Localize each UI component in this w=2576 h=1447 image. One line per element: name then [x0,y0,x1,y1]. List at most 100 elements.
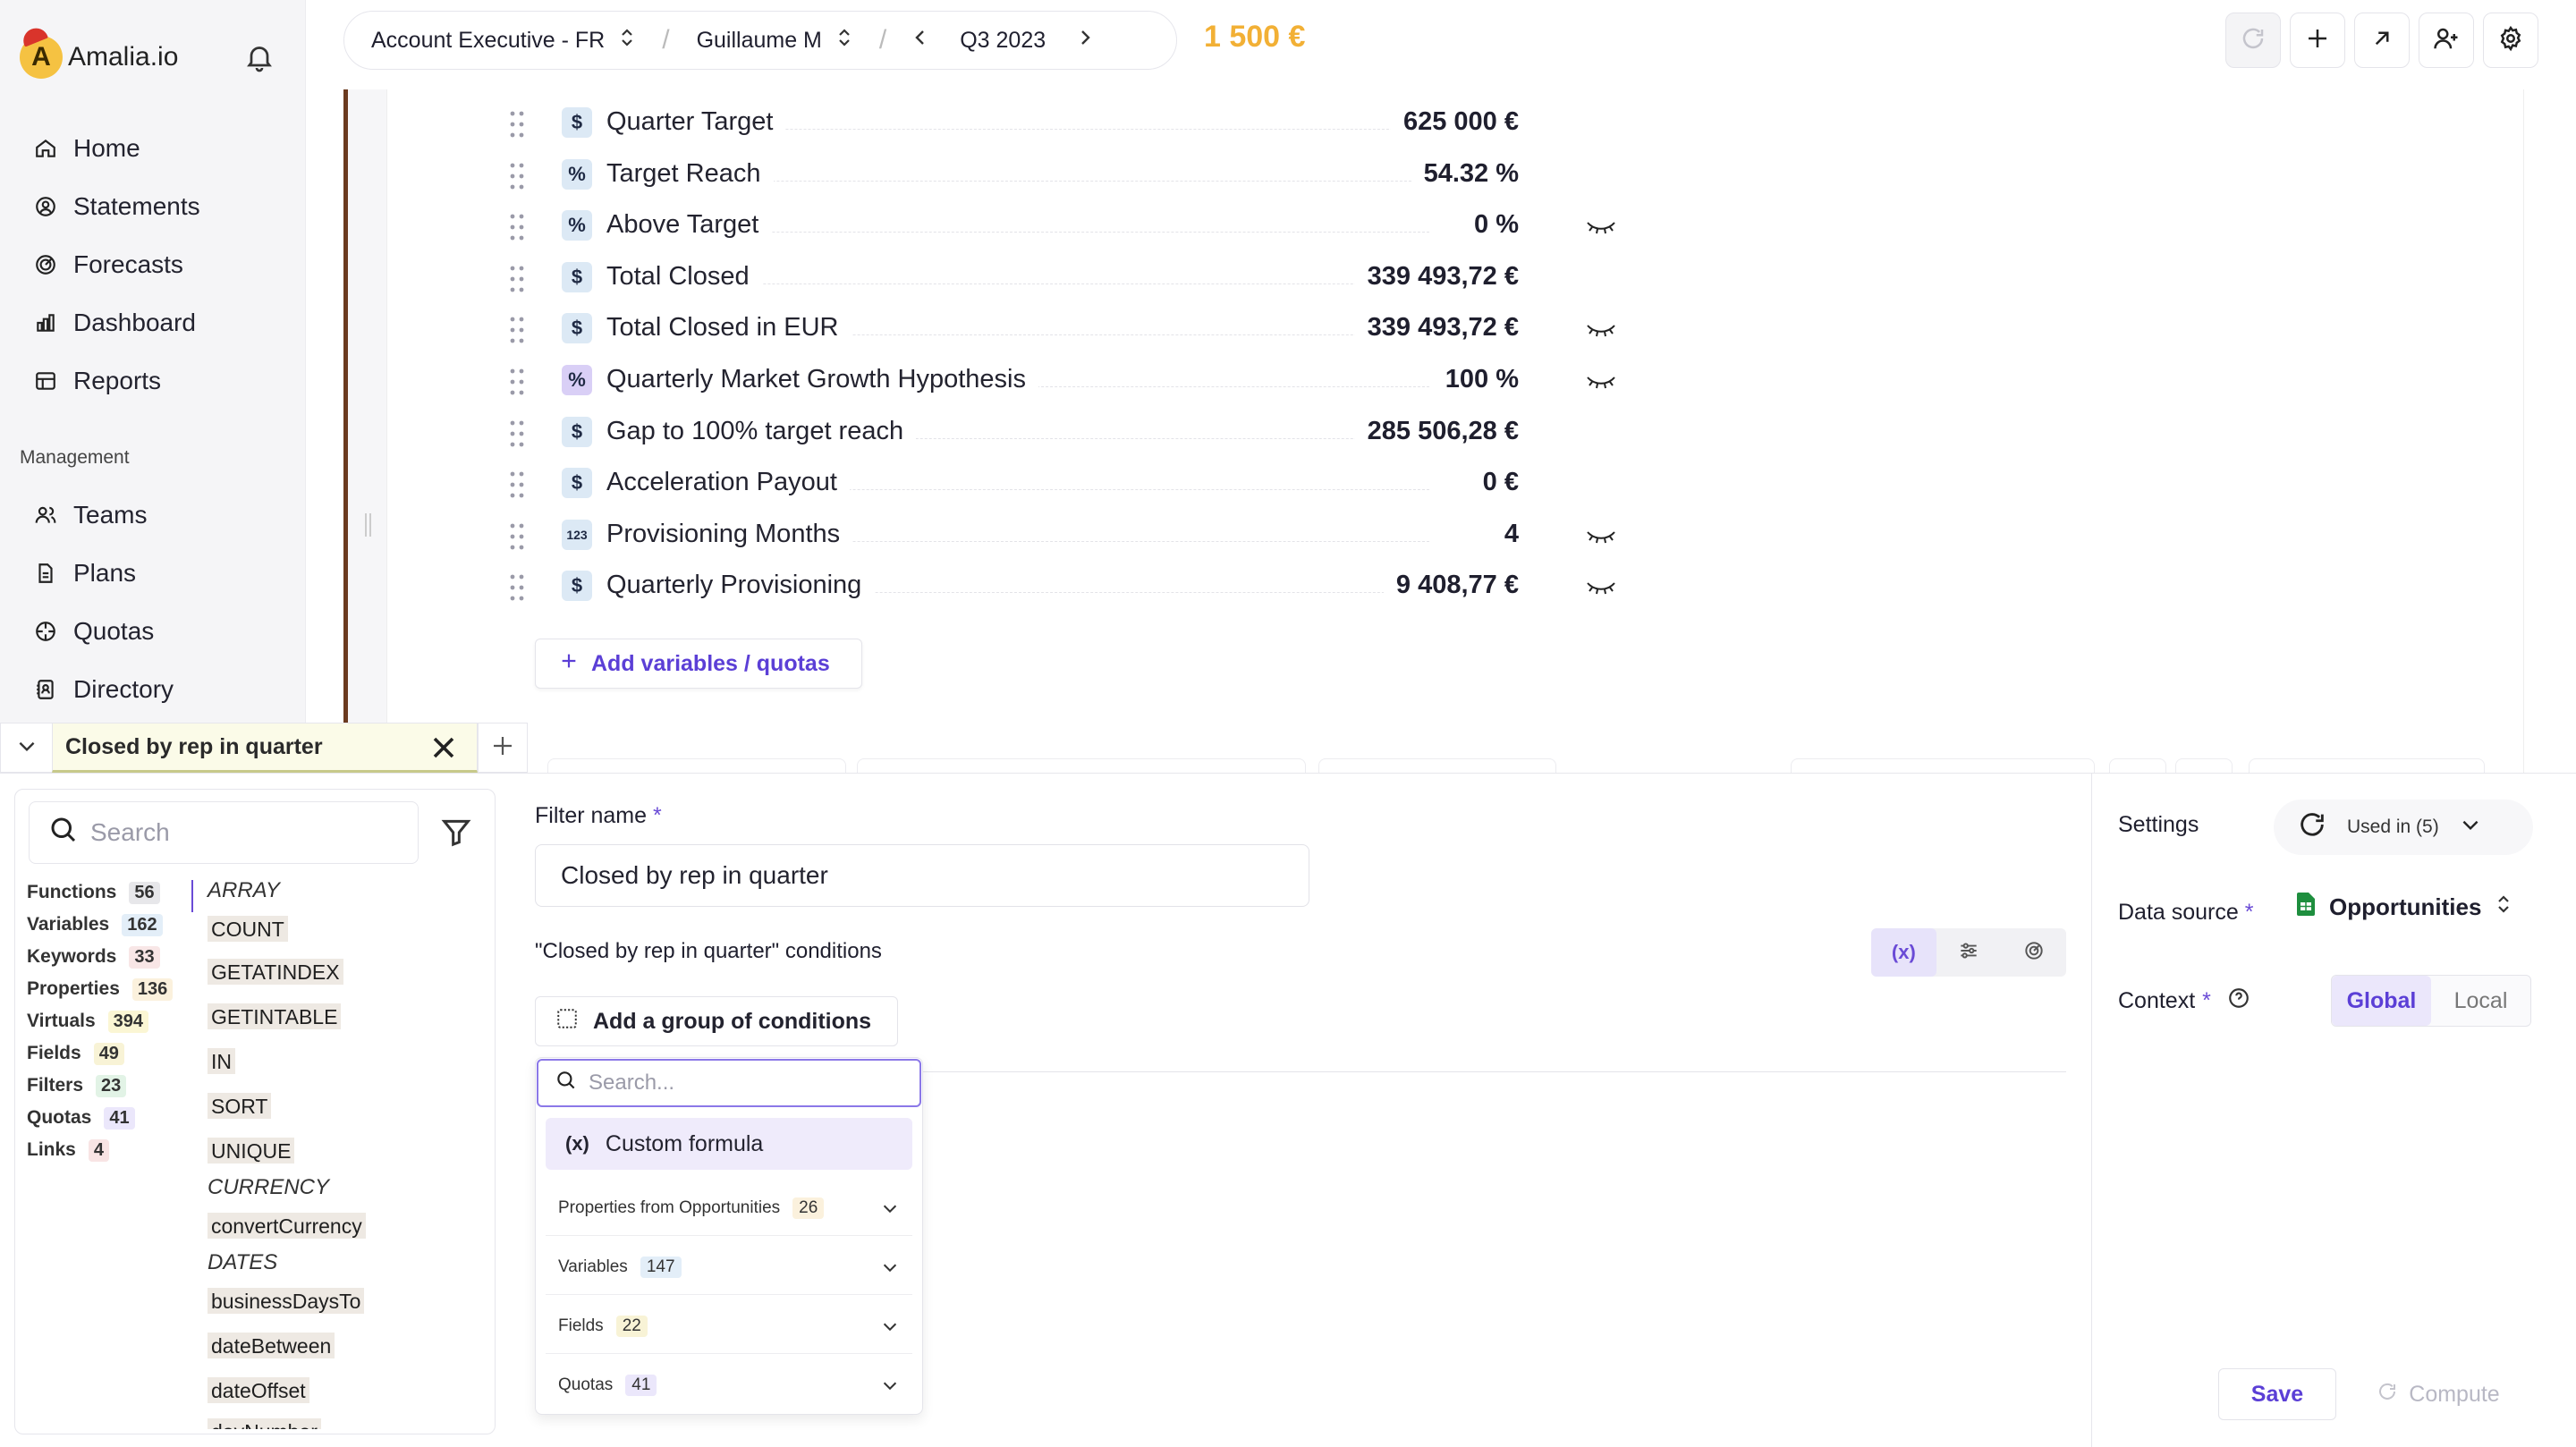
add-variables-button[interactable]: Add variables / quotas [535,639,862,689]
tab-label: Closed by rep in quarter [65,733,323,759]
library-category[interactable]: Functions 56 [27,878,160,907]
eye-closed-icon[interactable] [1585,370,1617,392]
variable-row[interactable]: % Quarterly Market Growth Hypothesis 100 % [508,356,1617,408]
close-icon [422,737,465,773]
sidebar-item-forecasts[interactable]: Forecasts [32,240,183,290]
library-function[interactable]: businessDaysTo [208,1288,365,1314]
settings-button[interactable] [2483,13,2538,68]
library-category[interactable]: Properties 136 [27,975,174,1003]
variable-row[interactable]: 123 Provisioning Months 4 [508,511,1617,563]
chevron-down-icon [880,1198,900,1218]
variable-row[interactable]: $ Total Closed in EUR 339 493,72 € [508,304,1617,356]
eye-closed-icon[interactable] [1585,525,1617,546]
library-category[interactable]: Links 4 [27,1136,109,1164]
dropdown-group[interactable]: Properties from Opportunities 26 [546,1180,912,1236]
variable-row[interactable]: $ Gap to 100% target reach 285 506,28 € [508,408,1617,460]
drag-handle-icon[interactable] [508,572,526,603]
filter-icon[interactable] [438,814,474,850]
save-button[interactable]: Save [2218,1368,2336,1420]
filter-name-input[interactable]: Closed by rep in quarter [535,844,1309,907]
collapse-panel-button[interactable] [0,723,52,773]
drag-handle-icon[interactable] [508,212,526,242]
drag-handle-icon[interactable] [508,264,526,294]
library-function[interactable]: SORT [208,1093,272,1119]
open-external-button[interactable] [2354,13,2410,68]
filters-mode-button[interactable] [1936,928,2002,977]
add-user-button[interactable] [2419,13,2474,68]
formula-mode-button[interactable]: (x) [1871,928,1936,977]
library-category[interactable]: Virtuals 394 [27,1007,149,1036]
group-count: 22 [615,1315,648,1337]
bell-icon[interactable] [243,41,275,73]
library-function[interactable]: IN [208,1048,235,1074]
close-tab-button[interactable] [422,726,465,769]
variable-row[interactable]: $ Quarter Target 625 000 € [508,98,1617,150]
add-button[interactable] [2290,13,2345,68]
drag-handle-icon[interactable] [508,109,526,140]
library-category[interactable]: Filters 23 [27,1071,127,1100]
library-function[interactable]: dateOffset [208,1377,309,1403]
variable-row[interactable]: $ Quarterly Provisioning 9 408,77 € [508,562,1617,613]
library-function[interactable]: dateBetween [208,1333,335,1358]
add-group-button[interactable]: Add a group of conditions [535,996,898,1046]
library-category[interactable]: Quotas 41 [27,1104,135,1132]
context-local-option[interactable]: Local [2431,976,2530,1026]
period-label[interactable]: Q3 2023 [960,28,1046,54]
dropdown-group[interactable]: Quotas 41 [546,1358,912,1413]
used-in-label: Used in (5) [2347,817,2439,837]
context-global-option[interactable]: Global [2332,976,2431,1026]
sidebar-item-statements[interactable]: Statements [32,182,200,232]
drag-handle-icon[interactable] [508,419,526,449]
sidebar-item-home[interactable]: Home [32,123,140,173]
resize-handle[interactable] [363,512,372,538]
user-selector[interactable]: Guillaume M [670,12,879,69]
eye-closed-icon[interactable] [1585,318,1617,340]
library-function[interactable]: COUNT [208,916,288,942]
library-category[interactable]: Keywords 33 [27,943,160,971]
library-search-input[interactable]: Search [29,801,419,864]
dropdown-search-input[interactable]: Search... [537,1059,921,1107]
variable-row[interactable]: $ Acceleration Payout 0 € [508,459,1617,511]
drag-handle-icon[interactable] [508,470,526,500]
chevron-left-icon[interactable] [913,27,928,55]
sidebar-item-reports[interactable]: Reports [32,356,161,406]
tab-closed-by-rep[interactable]: Closed by rep in quarter [52,723,478,773]
sidebar-item-quotas[interactable]: Quotas [32,606,154,656]
dropdown-group[interactable]: Variables 147 [546,1240,912,1295]
library-function[interactable]: convertCurrency [208,1213,366,1239]
help-icon[interactable] [2227,986,2250,1016]
drag-handle-icon[interactable] [508,315,526,345]
library-function[interactable]: UNIQUE [208,1138,295,1164]
variable-row[interactable]: $ Total Closed 339 493,72 € [508,253,1617,305]
sidebar-item-directory[interactable]: Directory [32,664,174,715]
compute-button[interactable]: Compute [2345,1368,2531,1420]
sidebar-item-dashboard[interactable]: Dashboard [32,298,196,348]
refresh-button[interactable] [2225,13,2281,68]
plan-selector[interactable]: Account Executive - FR [344,12,662,69]
library-function[interactable]: GETINTABLE [208,1003,342,1029]
library-category[interactable]: Variables 162 [27,910,163,939]
eye-closed-icon[interactable] [1585,576,1617,597]
data-source-select[interactable]: Opportunities [2297,893,2512,922]
library-function[interactable]: GETATINDEX [208,959,343,985]
sidebar-item-plans[interactable]: Plans [32,548,136,598]
context-toggle: Global Local [2331,975,2531,1027]
custom-formula-option[interactable]: (x) Custom formula [546,1118,912,1170]
drag-handle-icon[interactable] [508,521,526,552]
used-in-button[interactable]: Used in (5) [2274,800,2533,855]
sidebar-item-teams[interactable]: Teams [32,490,147,540]
chevron-right-icon[interactable] [1078,27,1092,55]
category-label: Functions [27,882,117,902]
drag-handle-icon[interactable] [508,161,526,191]
spreadsheet-icon [2297,893,2315,922]
variable-row[interactable]: % Above Target 0 % [508,201,1617,253]
app-logo[interactable]: A Amalia.io [20,24,178,79]
add-tab-button[interactable] [478,723,528,773]
eye-closed-icon[interactable] [1585,216,1617,237]
drag-handle-icon[interactable] [508,367,526,397]
dropdown-group[interactable]: Fields 22 [546,1299,912,1354]
variable-row[interactable]: % Target Reach 54.32 % [508,150,1617,202]
library-function[interactable]: dayNumber [208,1418,321,1429]
ai-mode-button[interactable] [2001,928,2066,977]
library-category[interactable]: Fields 49 [27,1039,124,1068]
